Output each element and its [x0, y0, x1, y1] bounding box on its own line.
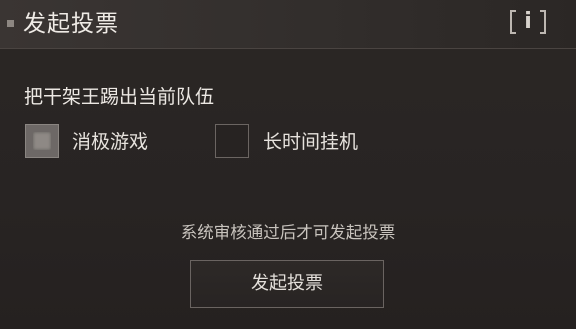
reason-option-negative-play[interactable]: 消极游戏: [25, 124, 175, 160]
start-vote-button[interactable]: 发起投票: [190, 260, 384, 308]
reason-option-label: 消极游戏: [72, 131, 149, 153]
checkbox-fill: [33, 132, 51, 150]
reason-option-label: 长时间挂机: [263, 131, 359, 153]
info-icon: i: [524, 9, 532, 34]
dialog-title: 发起投票: [23, 11, 119, 37]
vote-kick-dialog: 发起投票 i 把干架王踢出当前队伍 消极游戏 长时间挂机 系统审核通过后才可发起…: [0, 0, 576, 329]
reason-option-afk[interactable]: 长时间挂机: [215, 124, 385, 160]
bracket-left-icon: [510, 10, 516, 34]
checkbox-unchecked[interactable]: [215, 124, 249, 158]
dialog-header: 发起投票 i: [0, 0, 576, 49]
vote-prompt: 把干架王踢出当前队伍: [24, 86, 215, 108]
checkbox-checked[interactable]: [25, 124, 59, 158]
review-notice: 系统审核通过后才可发起投票: [180, 223, 396, 242]
bracket-right-icon: [540, 10, 546, 34]
info-button[interactable]: i: [510, 8, 546, 38]
title-bullet-icon: [7, 20, 14, 27]
